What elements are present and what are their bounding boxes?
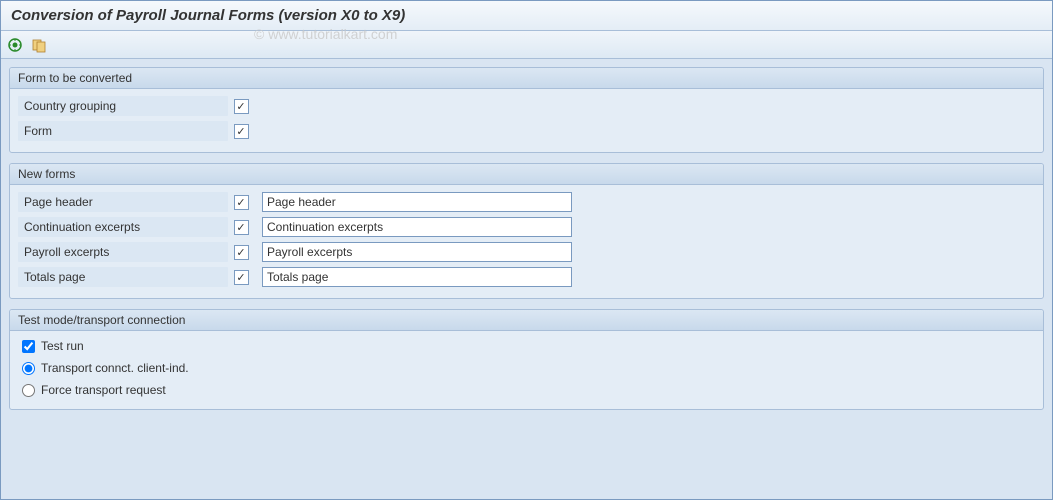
group-new-forms: New forms Page header ✓ Continuation exc… (9, 163, 1044, 299)
test-run-checkbox[interactable] (22, 340, 35, 353)
label: Payroll excerpts (18, 242, 228, 262)
group-body: Country grouping ✓ Form ✓ (10, 89, 1043, 152)
label: Continuation excerpts (18, 217, 228, 237)
chk-wrap: ✓ (228, 270, 254, 285)
chk-wrap: ✓ (228, 195, 254, 210)
toolbar (1, 31, 1052, 59)
test-run-label[interactable]: Test run (41, 339, 84, 353)
group-header: Test mode/transport connection (10, 310, 1043, 331)
row-totals-page: Totals page ✓ (18, 265, 1035, 289)
totals-page-check[interactable]: ✓ (234, 270, 249, 285)
continuation-input[interactable] (262, 217, 572, 237)
chk-wrap: ✓ (228, 124, 254, 139)
page-header-check[interactable]: ✓ (234, 195, 249, 210)
transport-connct-radio[interactable] (22, 362, 35, 375)
row-page-header: Page header ✓ (18, 190, 1035, 214)
page-header-input[interactable] (262, 192, 572, 212)
payroll-excerpts-input[interactable] (262, 242, 572, 262)
country-grouping-valuehelp[interactable]: ✓ (234, 99, 249, 114)
continuation-check[interactable]: ✓ (234, 220, 249, 235)
group-test-mode: Test mode/transport connection Test run … (9, 309, 1044, 410)
execute-icon[interactable] (7, 37, 23, 53)
form-valuehelp[interactable]: ✓ (234, 124, 249, 139)
chk-wrap: ✓ (228, 245, 254, 260)
chk-wrap: ✓ (228, 99, 254, 114)
page-title: Conversion of Payroll Journal Forms (ver… (11, 7, 405, 24)
content-area: Form to be converted Country grouping ✓ … (1, 59, 1052, 428)
label: Page header (18, 192, 228, 212)
force-transport-radio[interactable] (22, 384, 35, 397)
totals-page-input[interactable] (262, 267, 572, 287)
group-body: Page header ✓ Continuation excerpts ✓ Pa… (10, 185, 1043, 298)
payroll-excerpts-check[interactable]: ✓ (234, 245, 249, 260)
group-header: Form to be converted (10, 68, 1043, 89)
row-test-run: Test run (18, 335, 1035, 357)
force-transport-label[interactable]: Force transport request (41, 383, 166, 397)
label-country-grouping: Country grouping (18, 96, 228, 116)
row-form: Form ✓ (18, 119, 1035, 143)
label-form: Form (18, 121, 228, 141)
variant-icon[interactable] (31, 37, 47, 53)
label: Totals page (18, 267, 228, 287)
row-continuation: Continuation excerpts ✓ (18, 215, 1035, 239)
chk-wrap: ✓ (228, 220, 254, 235)
group-form-to-convert: Form to be converted Country grouping ✓ … (9, 67, 1044, 153)
row-payroll-excerpts: Payroll excerpts ✓ (18, 240, 1035, 264)
transport-connct-label[interactable]: Transport connct. client-ind. (41, 361, 189, 375)
group-header: New forms (10, 164, 1043, 185)
group-body: Test run Transport connct. client-ind. F… (10, 331, 1043, 409)
title-bar: Conversion of Payroll Journal Forms (ver… (1, 1, 1052, 31)
row-transport-connct: Transport connct. client-ind. (18, 357, 1035, 379)
row-force-transport: Force transport request (18, 379, 1035, 401)
row-country-grouping: Country grouping ✓ (18, 94, 1035, 118)
